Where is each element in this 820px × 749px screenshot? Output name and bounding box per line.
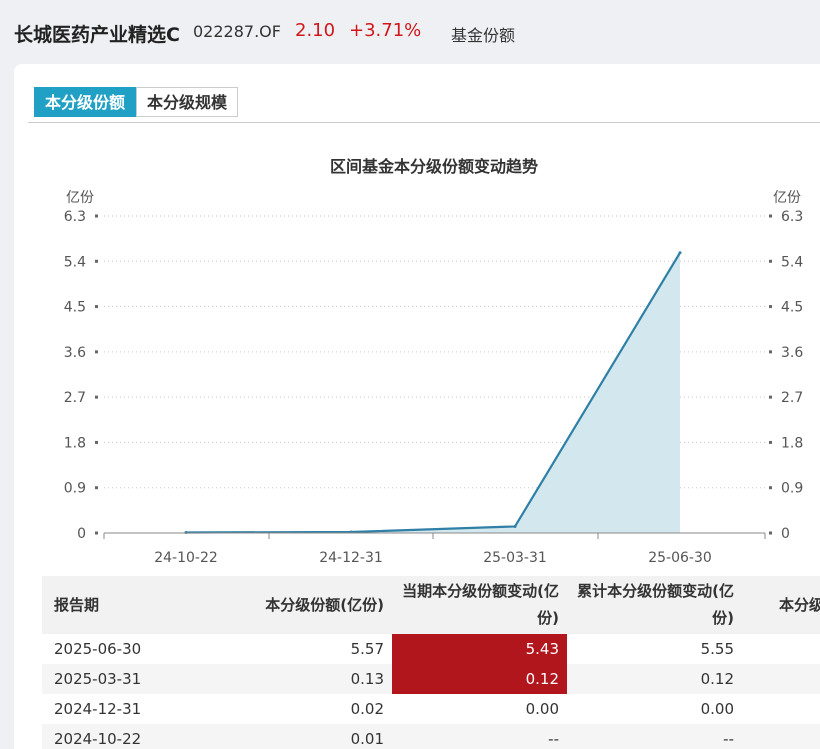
cell-partial bbox=[742, 634, 820, 664]
cell-cumulative-change: 0.00 bbox=[700, 700, 734, 718]
y-tick-mark-left bbox=[95, 440, 98, 444]
y-tick-label-right: 4.5 bbox=[781, 300, 803, 316]
share-table: 报告期 本分级份额(亿份) 当期本分级份额变动(亿份) 累计本分级份额变动(亿份… bbox=[42, 576, 820, 749]
y-tick-label-left: 0.9 bbox=[64, 481, 86, 497]
table-header-row: 报告期 本分级份额(亿份) 当期本分级份额变动(亿份) 累计本分级份额变动(亿份… bbox=[42, 576, 820, 634]
y-tick-label-right: 5.4 bbox=[781, 254, 803, 270]
y-tick-label-right: 6.3 bbox=[781, 209, 803, 225]
x-tick-label: 24-12-31 bbox=[319, 550, 383, 566]
y-tick-mark-left bbox=[95, 486, 98, 490]
y-tick-label-right: 1.8 bbox=[781, 435, 803, 451]
cell-cumulative-change: 0.12 bbox=[567, 664, 742, 694]
y-tick-label-left: 1.8 bbox=[64, 435, 86, 451]
tab-share-amount[interactable]: 本分级份额 bbox=[34, 87, 137, 117]
y-axis-label-left: 亿份 bbox=[66, 190, 94, 206]
cell-share: 0.01 bbox=[192, 724, 392, 749]
fund-share-tab[interactable]: 基金份额 bbox=[451, 22, 515, 46]
fund-price: 2.10 bbox=[295, 20, 336, 41]
y-tick-mark-left bbox=[95, 395, 98, 399]
data-point bbox=[184, 530, 188, 534]
share-trend-chart: 区间基金本分级份额变动趋势 亿份 亿份 6.3 6.3 5.4 5.4 4.5 4.5 3.… bbox=[64, 157, 804, 566]
y-tick-label-right: 0.9 bbox=[781, 481, 803, 497]
cell-partial bbox=[742, 664, 820, 694]
y-tick-mark-right bbox=[769, 214, 772, 218]
fund-header: 长城医药产业精选C 022287.OF 2.10 +3.71% 基金份额 bbox=[0, 0, 820, 62]
data-point bbox=[678, 251, 682, 255]
col-header-share[interactable]: 本分级份额(亿份) bbox=[192, 576, 392, 634]
y-tick-mark-right bbox=[769, 531, 772, 535]
x-tick-label: 24-10-22 bbox=[154, 550, 218, 566]
table-row: 2025-06-30 5.57 5.43 5.55 bbox=[42, 634, 820, 664]
y-tick-label-right: 2.7 bbox=[781, 390, 803, 406]
cell-partial bbox=[742, 724, 820, 749]
y-tick-mark-right bbox=[769, 259, 772, 263]
y-tick-label-left: 3.6 bbox=[64, 345, 86, 361]
cell-cumulative-change: -- bbox=[567, 724, 742, 749]
cell-share: 5.57 bbox=[350, 640, 384, 658]
tab-bar: 本分级份额 本分级规模 bbox=[34, 87, 239, 117]
col-header-period[interactable]: 报告期 bbox=[42, 576, 192, 634]
y-tick-label-left: 4.5 bbox=[64, 300, 86, 316]
table-row: 2024-10-22 0.01 -- -- bbox=[42, 724, 820, 749]
cell-period: 2025-06-30 bbox=[54, 640, 142, 658]
table-row: 2025-03-31 0.13 0.12 0.12 bbox=[42, 664, 820, 694]
y-tick-label-left: 5.4 bbox=[64, 254, 86, 270]
y-tick-label-left: 6.3 bbox=[64, 209, 86, 225]
tab-share-scale[interactable]: 本分级规模 bbox=[136, 87, 239, 117]
cell-period-change: 5.43 bbox=[392, 634, 567, 664]
col-header-cumulative-change[interactable]: 累计本分级份额变动(亿份) bbox=[567, 576, 742, 634]
y-tick-mark-left bbox=[95, 259, 98, 263]
cell-cumulative-change: 5.55 bbox=[700, 640, 734, 658]
cell-period-change: 0.00 bbox=[525, 700, 559, 718]
cell-share: 0.02 bbox=[350, 700, 384, 718]
y-tick-label-right: 0 bbox=[781, 526, 790, 542]
cell-period: 2024-10-22 bbox=[42, 724, 192, 749]
col-header-period-change[interactable]: 当期本分级份额变动(亿份) bbox=[392, 576, 567, 634]
y-tick-mark-left bbox=[95, 350, 98, 354]
cell-partial bbox=[742, 694, 820, 724]
x-tick-label: 25-06-30 bbox=[648, 550, 712, 566]
fund-code: 022287.OF bbox=[193, 22, 281, 41]
y-tick-label-right: 3.6 bbox=[781, 345, 803, 361]
x-tick-label: 25-03-31 bbox=[483, 550, 547, 566]
y-axis-label-right: 亿份 bbox=[773, 190, 801, 206]
y-tick-mark-right bbox=[769, 440, 772, 444]
fund-change: +3.71% bbox=[349, 20, 422, 41]
cell-period: 2024-12-31 bbox=[54, 700, 142, 718]
series-area bbox=[186, 252, 680, 533]
col-header-partial[interactable]: 本分级 bbox=[742, 576, 820, 634]
y-tick-mark-right bbox=[769, 395, 772, 399]
cell-period: 2025-03-31 bbox=[42, 664, 192, 694]
table-row: 2024-12-31 0.02 0.00 0.00 bbox=[42, 694, 820, 724]
y-tick-mark-left bbox=[95, 214, 98, 218]
chart-title: 区间基金本分级份额变动趋势 bbox=[330, 157, 538, 176]
cell-period-change: 0.12 bbox=[392, 664, 567, 694]
tab-divider bbox=[28, 122, 820, 123]
y-tick-label-left: 2.7 bbox=[64, 390, 86, 406]
data-point bbox=[513, 524, 517, 528]
cell-period-change: -- bbox=[392, 724, 567, 749]
y-tick-mark-left bbox=[95, 305, 98, 309]
y-tick-label-left: 0 bbox=[77, 526, 86, 542]
fund-name: 长城医药产业精选C bbox=[14, 24, 180, 46]
y-tick-mark-right bbox=[769, 350, 772, 354]
cell-share: 0.13 bbox=[192, 664, 392, 694]
y-tick-mark-right bbox=[769, 486, 772, 490]
y-tick-mark-right bbox=[769, 305, 772, 309]
y-tick-mark-left bbox=[95, 531, 98, 535]
